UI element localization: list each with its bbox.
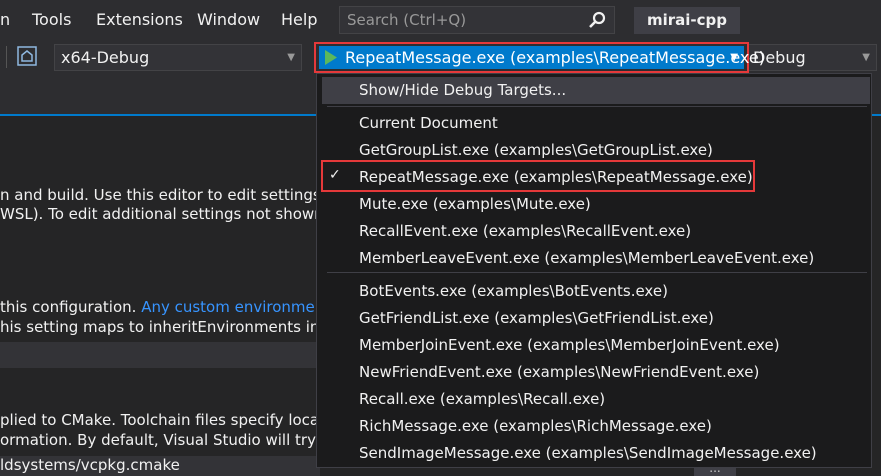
settings-section-band [0, 342, 320, 368]
dropdown-separator [327, 106, 867, 107]
target-item[interactable]: BotEvents.exe (examples\BotEvents.exe) [359, 282, 668, 300]
debug-target-combo[interactable]: RepeatMessage.exe (examples\RepeatMessag… [314, 42, 765, 73]
configuration-value: x64-Debug [61, 48, 150, 67]
doc-line-2: WSL). To edit additional settings not sh… [0, 205, 324, 223]
target-item[interactable]: Recall.exe (examples\Recall.exe) [359, 390, 605, 408]
chevron-down-icon: ▼ [287, 52, 295, 63]
search-input[interactable]: Search (Ctrl+Q) [347, 11, 466, 29]
target-item[interactable]: RichMessage.exe (examples\RichMessage.ex… [359, 417, 712, 435]
doc-line-4: his setting maps to inheritEnvironments … [0, 318, 335, 336]
target-item[interactable]: Current Document [359, 114, 498, 132]
solution-config-combo[interactable]: Debug ▼ [747, 44, 877, 71]
toolchain-file-value: ldsystems/vcpkg.cmake [0, 456, 180, 474]
home-icon[interactable] [17, 46, 37, 66]
configuration-combo[interactable]: x64-Debug ▼ [54, 44, 302, 71]
dropdown-separator [327, 272, 867, 273]
target-item[interactable]: MemberJoinEvent.exe (examples\MemberJoin… [359, 336, 780, 354]
doc-line-5: plied to CMake. Toolchain files specify … [0, 411, 330, 429]
debug-target-label: RepeatMessage.exe (examples\RepeatMessag… [345, 48, 765, 67]
menu-item-extensions[interactable]: Extensions [96, 10, 183, 29]
menu-item-project[interactable]: n [0, 10, 10, 29]
show-hide-debug-targets-item[interactable]: Show/Hide Debug Targets... [359, 81, 566, 99]
target-item[interactable]: MemberLeaveEvent.exe (examples\MemberLea… [359, 249, 814, 267]
menu-item-window[interactable]: Window [197, 10, 260, 29]
target-item[interactable]: GetGroupList.exe (examples\GetGroupList.… [359, 141, 713, 159]
debug-target-dropdown: Show/Hide Debug Targets... Current Docum… [316, 73, 872, 468]
doc-line-1: n and build. Use this editor to edit set… [0, 186, 334, 204]
menu-item-help[interactable]: Help [281, 10, 317, 29]
target-item[interactable]: RecallEvent.exe (examples\RecallEvent.ex… [359, 222, 691, 240]
play-icon[interactable] [325, 50, 337, 65]
check-icon: ✓ [329, 167, 341, 183]
debug-target-selected[interactable]: RepeatMessage.exe (examples\RepeatMessag… [319, 46, 765, 69]
search-icon[interactable] [588, 11, 606, 29]
target-item[interactable]: Mute.exe (examples\Mute.exe) [359, 195, 591, 213]
project-title: mirai-cpp [634, 7, 741, 34]
toolbar-separator [6, 46, 7, 68]
chevron-down-icon: ▼ [730, 52, 738, 63]
target-item-selected[interactable]: RepeatMessage.exe (examples\RepeatMessag… [359, 168, 753, 186]
chevron-down-icon: ▼ [862, 52, 870, 63]
doc-line-3-text: this configuration. [0, 298, 142, 316]
target-item[interactable]: SendImageMessage.exe (examples\SendImage… [359, 444, 817, 462]
environment-link[interactable]: Any custom environment [141, 298, 330, 316]
doc-line-6: ormation. By default, Visual Studio will… [0, 431, 340, 449]
target-item[interactable]: NewFriendEvent.exe (examples\NewFriendEv… [359, 363, 759, 381]
doc-line-4-text: his setting maps to inheritEnvironments … [0, 318, 325, 336]
target-item[interactable]: GetFriendList.exe (examples\GetFriendLis… [359, 309, 714, 327]
menu-bar: n Tools Extensions Window Help Search (C… [0, 0, 881, 40]
search-box[interactable]: Search (Ctrl+Q) [339, 6, 615, 34]
menu-item-tools[interactable]: Tools [32, 10, 71, 29]
doc-line-3: this configuration. Any custom environme… [0, 298, 330, 316]
